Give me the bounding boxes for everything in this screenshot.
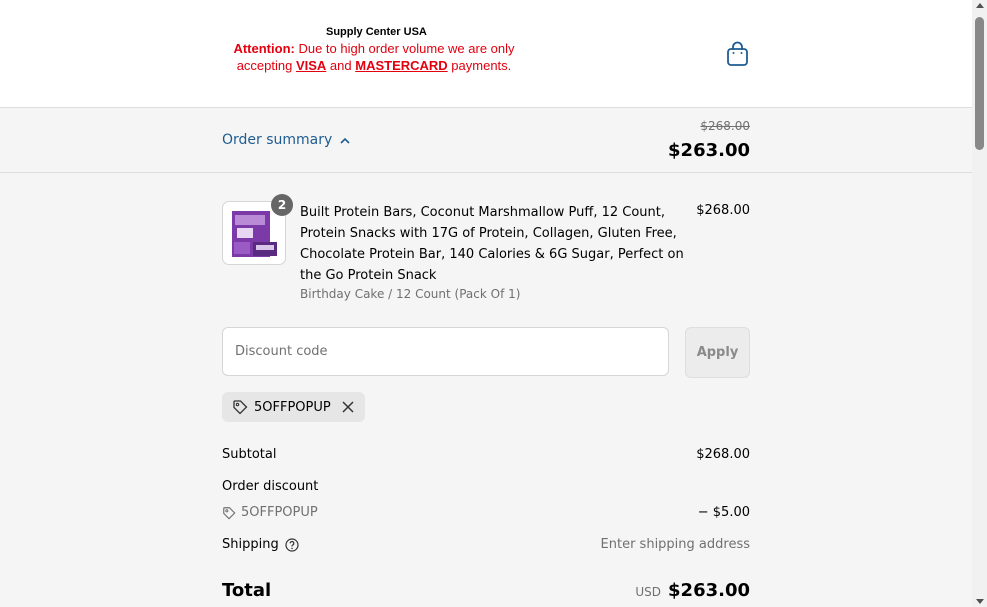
scroll-up-arrow-icon[interactable] xyxy=(975,3,984,8)
discount-code-input[interactable] xyxy=(222,327,669,376)
tag-icon xyxy=(223,506,236,519)
shopping-bag-icon[interactable] xyxy=(726,41,749,67)
applied-discount-chip: 5OFFPOPUP xyxy=(222,392,365,422)
discount-value: − $5.00 xyxy=(697,505,750,520)
quantity-badge: 2 xyxy=(271,194,293,216)
original-price: $268.00 xyxy=(700,119,750,133)
total-value-group: USD $263.00 xyxy=(635,580,750,601)
notice-and: and xyxy=(326,58,356,73)
payment-notice: Attention: Due to high order volume we a… xyxy=(224,40,524,74)
shipping-value: Enter shipping address xyxy=(600,537,750,552)
apply-button[interactable]: Apply xyxy=(685,327,750,378)
product-thumbnail: 2 xyxy=(222,194,293,265)
notice-attention: Attention: xyxy=(233,41,295,56)
scroll-down-arrow-icon[interactable] xyxy=(975,599,984,604)
order-summary-toggle[interactable]: Order summary xyxy=(222,132,350,148)
order-summary-content: 2 Built Protein Bars, Coconut Marshmallo… xyxy=(222,172,750,607)
tag-icon xyxy=(233,400,248,415)
shipping-label: Shipping xyxy=(222,537,279,552)
help-icon[interactable] xyxy=(285,537,299,552)
product-variant: Birthday Cake / 12 Count (Pack Of 1) xyxy=(300,287,521,301)
currency-code: USD xyxy=(635,585,662,599)
order-summary-label: Order summary xyxy=(222,132,333,148)
remove-discount-icon[interactable] xyxy=(341,400,355,414)
chevron-up-icon xyxy=(340,137,350,144)
applied-discount-code: 5OFFPOPUP xyxy=(254,399,331,415)
subtotal-value: $268.00 xyxy=(696,447,750,462)
discount-code-line: 5OFFPOPUP xyxy=(222,505,318,520)
product-price: $268.00 xyxy=(696,203,750,218)
order-summary-bar: Order summary $268.00 $263.00 xyxy=(0,108,972,173)
scrollbar-thumb[interactable] xyxy=(975,17,984,150)
summary-total: $263.00 xyxy=(668,140,750,161)
scrollbar[interactable] xyxy=(972,0,987,607)
notice-text-2: payments. xyxy=(447,58,512,73)
total-label: Total xyxy=(222,580,272,601)
header: Supply Center USA Attention: Due to high… xyxy=(0,0,972,108)
shipping-row-label: Shipping xyxy=(222,537,299,552)
discount-code-text: 5OFFPOPUP xyxy=(241,505,318,520)
total-amount: $263.00 xyxy=(668,580,750,601)
product-title: Built Protein Bars, Coconut Marshmallow … xyxy=(300,205,684,283)
subtotal-label: Subtotal xyxy=(222,447,277,462)
notice-mastercard: MASTERCARD xyxy=(355,58,448,73)
notice-visa: VISA xyxy=(295,58,327,73)
order-discount-label: Order discount xyxy=(222,479,319,494)
store-name: Supply Center USA xyxy=(326,26,427,38)
